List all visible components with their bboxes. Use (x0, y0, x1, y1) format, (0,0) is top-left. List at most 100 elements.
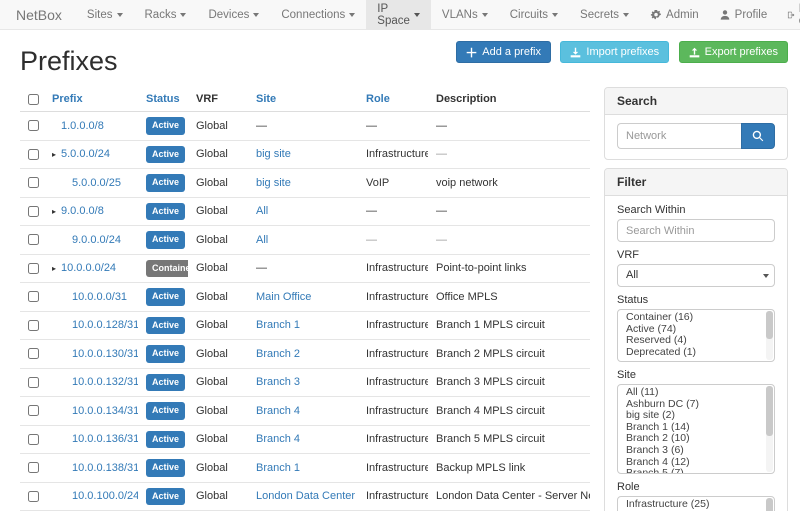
listbox-option[interactable]: big site (2) (618, 410, 764, 422)
search-input[interactable] (617, 123, 741, 149)
site-cell: London Data Center (248, 482, 358, 511)
site-link[interactable]: Branch 3 (256, 376, 300, 388)
description-value: Point-to-point links (436, 262, 527, 274)
listbox-option[interactable]: Ashburn DC (7) (618, 399, 764, 411)
listbox-option[interactable]: Branch 2 (10) (618, 433, 764, 445)
nav-item-logout[interactable]: Log out (777, 0, 800, 29)
site-link[interactable]: Main Office (256, 291, 311, 303)
listbox-option[interactable]: Branch 3 (6) (618, 445, 764, 457)
search-within-input[interactable] (617, 219, 775, 242)
import-prefixes-label: Import prefixes (586, 46, 659, 58)
import-prefixes-button[interactable]: Import prefixes (560, 41, 669, 63)
row-checkbox[interactable] (28, 434, 39, 445)
nav-item-admin[interactable]: Admin (640, 0, 709, 29)
site-link[interactable]: big site (256, 177, 291, 189)
site-link[interactable]: Branch 4 (256, 405, 300, 417)
main-nav: Sites Racks Devices Connections IP Space… (76, 0, 640, 29)
table-row: 10.0.0.128/31 Active Global Branch 1 Inf… (20, 311, 590, 340)
row-checkbox[interactable] (28, 320, 39, 331)
prefix-link[interactable]: 10.0.0.134/31 (72, 405, 138, 417)
row-checkbox[interactable] (28, 177, 39, 188)
listbox-option[interactable]: Branch 4 (12) (618, 457, 764, 469)
scrollbar-thumb[interactable] (766, 311, 773, 339)
search-button[interactable] (741, 123, 775, 149)
status-cell: Active (138, 311, 188, 340)
row-checkbox[interactable] (28, 120, 39, 131)
status-cell: Active (138, 226, 188, 255)
brand-logo[interactable]: NetBox (0, 0, 76, 29)
prefix-link[interactable]: 10.0.0.0/31 (72, 291, 127, 303)
site-link[interactable]: big site (256, 148, 291, 160)
site-link[interactable]: All (256, 234, 268, 246)
site-link[interactable]: Branch 4 (256, 433, 300, 445)
site-link[interactable]: All (256, 205, 268, 217)
prefix-link[interactable]: 10.0.0.128/31 (72, 319, 138, 331)
listbox-option[interactable]: Reserved (4) (618, 335, 764, 347)
nav-item-profile[interactable]: Profile (709, 0, 778, 29)
status-cell: Active (138, 197, 188, 226)
nav-item-racks[interactable]: Racks (134, 0, 198, 29)
row-checkbox[interactable] (28, 377, 39, 388)
site-link[interactable]: Branch 1 (256, 462, 300, 474)
prefix-link[interactable]: 10.0.0.0/24 (61, 262, 116, 274)
row-checkbox[interactable] (28, 234, 39, 245)
scrollbar-thumb[interactable] (766, 498, 773, 511)
column-header-status[interactable]: Status (138, 87, 188, 112)
prefix-link[interactable]: 10.0.0.136/31 (72, 433, 138, 445)
prefix-link[interactable]: 5.0.0.0/24 (61, 148, 110, 160)
role-cell: Infrastructure (358, 140, 428, 169)
row-checkbox[interactable] (28, 405, 39, 416)
prefix-link[interactable]: 9.0.0.0/24 (72, 234, 121, 246)
status-cell: Active (138, 112, 188, 141)
role-listbox[interactable]: Infrastructure (25)Management (8)Private… (617, 496, 775, 511)
prefix-cell: ▸10.0.0.0/24 (48, 254, 138, 283)
prefix-link[interactable]: 10.0.0.138/31 (72, 462, 138, 474)
row-checkbox[interactable] (28, 206, 39, 217)
prefix-link[interactable]: 10.0.0.130/31 (72, 348, 138, 360)
nav-item-vlans[interactable]: VLANs (431, 0, 499, 29)
plus-icon (466, 47, 477, 58)
listbox-option[interactable]: Infrastructure (25) (618, 499, 764, 511)
column-header-site[interactable]: Site (248, 87, 358, 112)
status-listbox[interactable]: Container (16)Active (74)Reserved (4)Dep… (617, 309, 775, 362)
scrollbar-thumb[interactable] (766, 386, 773, 436)
description-cell: London Data Center - Server Network (428, 482, 590, 511)
site-cell: — (248, 254, 358, 283)
status-badge: Active (146, 288, 185, 306)
prefix-link[interactable]: 10.0.100.0/24 (72, 490, 138, 502)
nav-item-circuits[interactable]: Circuits (499, 0, 569, 29)
nav-item-devices[interactable]: Devices (197, 0, 270, 29)
row-checkbox[interactable] (28, 348, 39, 359)
listbox-option[interactable]: Branch 5 (7) (618, 468, 764, 474)
vrf-cell: Global (188, 254, 248, 283)
row-checkbox[interactable] (28, 491, 39, 502)
prefix-cell: ▸9.0.0.0/8 (48, 197, 138, 226)
site-link[interactable]: London Data Center (256, 490, 355, 502)
export-prefixes-button[interactable]: Export prefixes (679, 41, 788, 63)
site-listbox[interactable]: All (11)Ashburn DC (7)big site (2)Branch… (617, 384, 775, 474)
column-header-role[interactable]: Role (358, 87, 428, 112)
vrf-select[interactable]: All (617, 264, 775, 287)
prefix-link[interactable]: 1.0.0.0/8 (61, 120, 104, 132)
column-header-prefix[interactable]: Prefix (48, 87, 138, 112)
row-checkbox[interactable] (28, 149, 39, 160)
listbox-option[interactable]: Branch 1 (14) (618, 422, 764, 434)
add-prefix-button[interactable]: Add a prefix (456, 41, 551, 63)
row-checkbox[interactable] (28, 263, 39, 274)
nav-item-connections[interactable]: Connections (270, 0, 366, 29)
listbox-option[interactable]: Container (16) (618, 312, 764, 324)
prefix-link[interactable]: 5.0.0.0/25 (72, 177, 121, 189)
site-link[interactable]: Branch 2 (256, 348, 300, 360)
row-checkbox[interactable] (28, 462, 39, 473)
row-checkbox[interactable] (28, 291, 39, 302)
site-link[interactable]: Branch 1 (256, 319, 300, 331)
prefix-link[interactable]: 10.0.0.132/31 (72, 376, 138, 388)
listbox-option[interactable]: Deprecated (1) (618, 347, 764, 359)
prefix-link[interactable]: 9.0.0.0/8 (61, 205, 104, 217)
nav-item-sites[interactable]: Sites (76, 0, 134, 29)
listbox-option[interactable]: All (11) (618, 387, 764, 399)
listbox-option[interactable]: Active (74) (618, 324, 764, 336)
nav-item-secrets[interactable]: Secrets (569, 0, 640, 29)
select-all-checkbox[interactable] (28, 94, 39, 105)
nav-item-ip-space[interactable]: IP Space (366, 0, 431, 29)
